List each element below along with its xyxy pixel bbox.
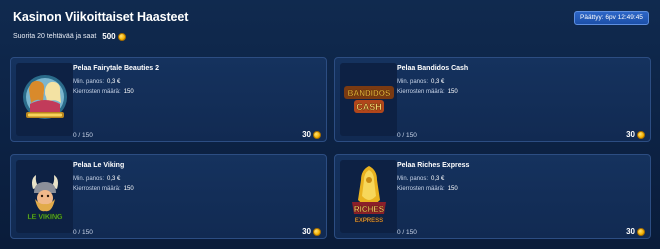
challenge-title: Pelaa Riches Express (397, 162, 470, 169)
le-viking-thumbnail[interactable]: LE VIKING (16, 160, 73, 233)
fairytale-beauties-thumbnail[interactable] (16, 63, 73, 136)
rounds-label: Kierrosten määrä: (73, 186, 121, 192)
min-bet-row: Min. panos: 0,3 € (397, 176, 444, 182)
min-bet-value: 0,3 € (107, 79, 121, 85)
rounds-row: Kierrosten määrä: 150 (397, 89, 458, 95)
min-bet-row: Min. panos: 0,3 € (397, 79, 444, 85)
countdown-timer: Päättyy: 6pv 12:49:45 (574, 11, 649, 25)
min-bet-label: Min. panos: (397, 79, 429, 85)
challenge-reward: 30 (302, 130, 321, 139)
page-title: Kasinon Viikoittaiset Haasteet (13, 10, 189, 24)
thumb-text: CASH (356, 102, 382, 112)
total-reward: 500 (102, 32, 116, 41)
reward-value: 30 (302, 227, 311, 236)
rounds-label: Kierrosten määrä: (73, 89, 121, 95)
min-bet-row: Min. panos: 0,3 € (73, 79, 120, 85)
rounds-value: 150 (447, 186, 458, 192)
reward-value: 30 (626, 227, 635, 236)
challenge-reward: 30 (626, 130, 645, 139)
challenge-title: Pelaa Fairytale Beauties 2 (73, 65, 159, 72)
reward-value: 30 (302, 130, 311, 139)
challenge-title: Pelaa Bandidos Cash (397, 65, 469, 72)
min-bet-value: 0,3 € (431, 79, 445, 85)
coin-icon (313, 227, 321, 236)
bandidos-cash-logo: BANDIDOS CASH (343, 85, 394, 113)
thumb-text: RICHES (353, 205, 384, 214)
challenge-reward: 30 (302, 227, 321, 236)
rounds-row: Kierrosten määrä: 150 (73, 89, 134, 95)
challenge-card[interactable]: Pelaa Fairytale Beauties 2 Min. panos: 0,… (10, 57, 327, 142)
challenge-progress: 0 / 150 (397, 132, 417, 139)
rounds-label: Kierrosten määrä: (397, 186, 445, 192)
rounds-row: Kierrosten määrä: 150 (73, 186, 134, 192)
le-viking-logo: LE VIKING (27, 174, 63, 221)
min-bet-value: 0,3 € (431, 176, 445, 182)
fairytale-beauties-logo (22, 74, 67, 119)
thumb-text: EXPRESS (354, 218, 382, 224)
challenge-title: Pelaa Le Viking (73, 162, 125, 169)
riches-express-thumbnail[interactable]: RICHES EXPRESS (340, 160, 397, 233)
challenge-progress: 0 / 150 (73, 132, 93, 139)
coin-icon (117, 32, 126, 41)
min-bet-label: Min. panos: (73, 176, 105, 182)
challenge-card[interactable]: RICHES EXPRESS Pelaa Riches Express Min.… (334, 154, 651, 239)
challenge-progress: 0 / 150 (397, 229, 417, 236)
challenge-card[interactable]: LE VIKING Pelaa Le Viking Min. panos: 0,3… (10, 154, 327, 239)
rounds-value: 150 (123, 186, 134, 192)
rounds-row: Kierrosten määrä: 150 (397, 186, 458, 192)
min-bet-label: Min. panos: (73, 79, 105, 85)
min-bet-label: Min. panos: (397, 176, 429, 182)
summary-text: Suorita 20 tehtävää ja saat (13, 33, 97, 40)
thumb-text: LE VIKING (27, 214, 63, 221)
challenge-reward: 30 (626, 227, 645, 236)
challenge-card[interactable]: BANDIDOS CASH Pelaa Bandidos Cash Min. p… (334, 57, 651, 142)
coin-icon (637, 227, 645, 236)
bandidos-cash-thumbnail[interactable]: BANDIDOS CASH (340, 63, 397, 136)
challenge-summary: Suorita 20 tehtävää ja saat 500 (13, 32, 126, 41)
min-bet-row: Min. panos: 0,3 € (73, 176, 120, 182)
reward-value: 30 (626, 130, 635, 139)
thumb-text: BANDIDOS (347, 89, 390, 98)
coin-icon (313, 130, 321, 139)
riches-express-logo: RICHES EXPRESS (351, 165, 386, 224)
coin-icon (637, 130, 645, 139)
rounds-value: 150 (447, 89, 458, 95)
challenge-progress: 0 / 150 (73, 229, 93, 236)
rounds-label: Kierrosten määrä: (397, 89, 445, 95)
min-bet-value: 0,3 € (107, 176, 121, 182)
page-header: Kasinon Viikoittaiset Haasteet (13, 10, 188, 24)
rounds-value: 150 (123, 89, 134, 95)
